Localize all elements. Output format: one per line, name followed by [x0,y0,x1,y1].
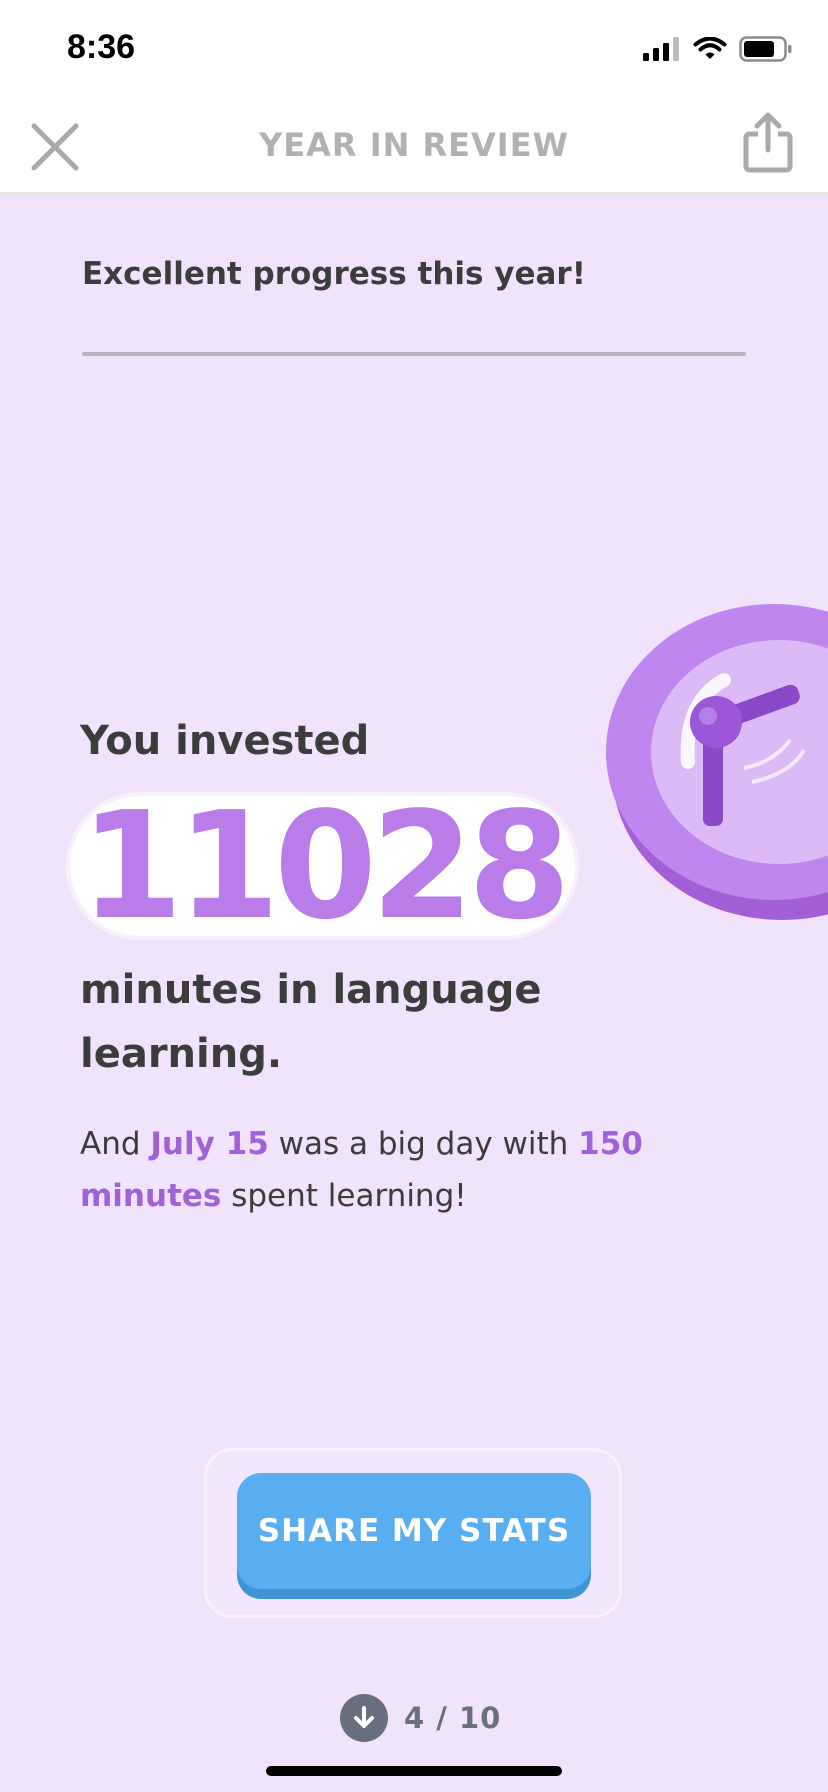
clock-icon [606,604,828,920]
detail-text-part: was a big day with [268,1126,579,1162]
divider [82,352,746,356]
share-stats-label: SHARE MY STATS [257,1513,571,1549]
share-stats-button[interactable]: SHARE MY STATS [237,1473,591,1589]
minutes-total-badge: 11028 [70,780,575,952]
page-indicator: 4 / 10 [404,1701,502,1735]
nav-bar: YEAR IN REVIEW [0,100,828,195]
status-bar: 8:36 [0,0,828,100]
battery-icon [739,36,792,62]
status-icons [643,36,793,62]
headline: Excellent progress this year! [82,256,586,292]
clock-illustration [604,602,828,922]
detail-text-part: spent learning! [221,1178,467,1214]
highlight-date: July 15 [150,1126,269,1162]
share-button[interactable] [742,110,794,174]
share-icon [743,112,793,173]
page-title: YEAR IN REVIEW [259,126,569,164]
detail-text-part: And [80,1126,151,1162]
wifi-icon [693,37,727,59]
invested-label: You invested [80,718,370,764]
home-indicator[interactable] [266,1766,562,1776]
status-time: 8:36 [67,28,136,66]
minutes-total: 11028 [80,780,571,952]
signal-icon [643,37,679,61]
minutes-label: minutes in language learning. [80,967,542,1077]
arrow-down-icon[interactable] [340,1694,388,1742]
pager[interactable]: 4 / 10 [340,1694,501,1742]
detail-text: And July 15 was a big day with 150 minut… [80,1118,700,1222]
